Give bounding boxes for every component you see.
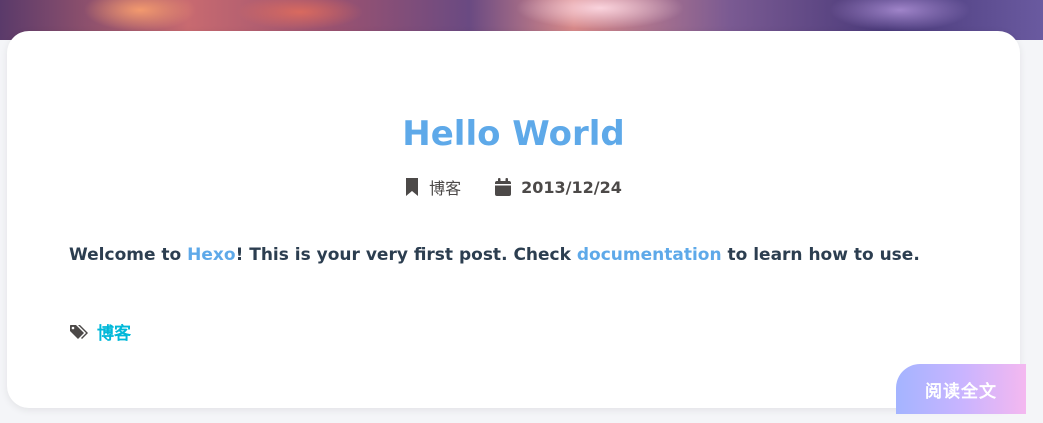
documentation-link[interactable]: documentation (577, 245, 722, 265)
post-category[interactable]: 博客 (405, 175, 461, 199)
read-more-button[interactable]: 阅读全文 (896, 364, 1026, 414)
hexo-link[interactable]: Hexo (187, 245, 235, 265)
post-card: Hello World 博客 2013/12/24 Welcome to Hex… (7, 31, 1020, 408)
excerpt-text-2: ! This is your very first post. Check (235, 245, 577, 265)
tags-icon (70, 324, 90, 340)
post-title[interactable]: Hello World (7, 113, 1020, 155)
post-meta: 博客 2013/12/24 (7, 175, 1020, 199)
post-excerpt: Welcome to Hexo! This is your very first… (69, 245, 920, 265)
post-date-label: 2013/12/24 (521, 177, 622, 197)
excerpt-text-1: Welcome to (69, 245, 188, 265)
bookmark-icon (405, 178, 419, 196)
page: Hello World 博客 2013/12/24 Welcome to Hex… (0, 0, 1043, 423)
post-date: 2013/12/24 (495, 178, 622, 197)
post-tags: 博客 (70, 319, 131, 344)
post-category-label: 博客 (429, 179, 462, 198)
tag-link[interactable]: 博客 (97, 319, 131, 344)
calendar-icon (495, 178, 512, 196)
excerpt-text-3: to learn how to use. (721, 245, 920, 265)
